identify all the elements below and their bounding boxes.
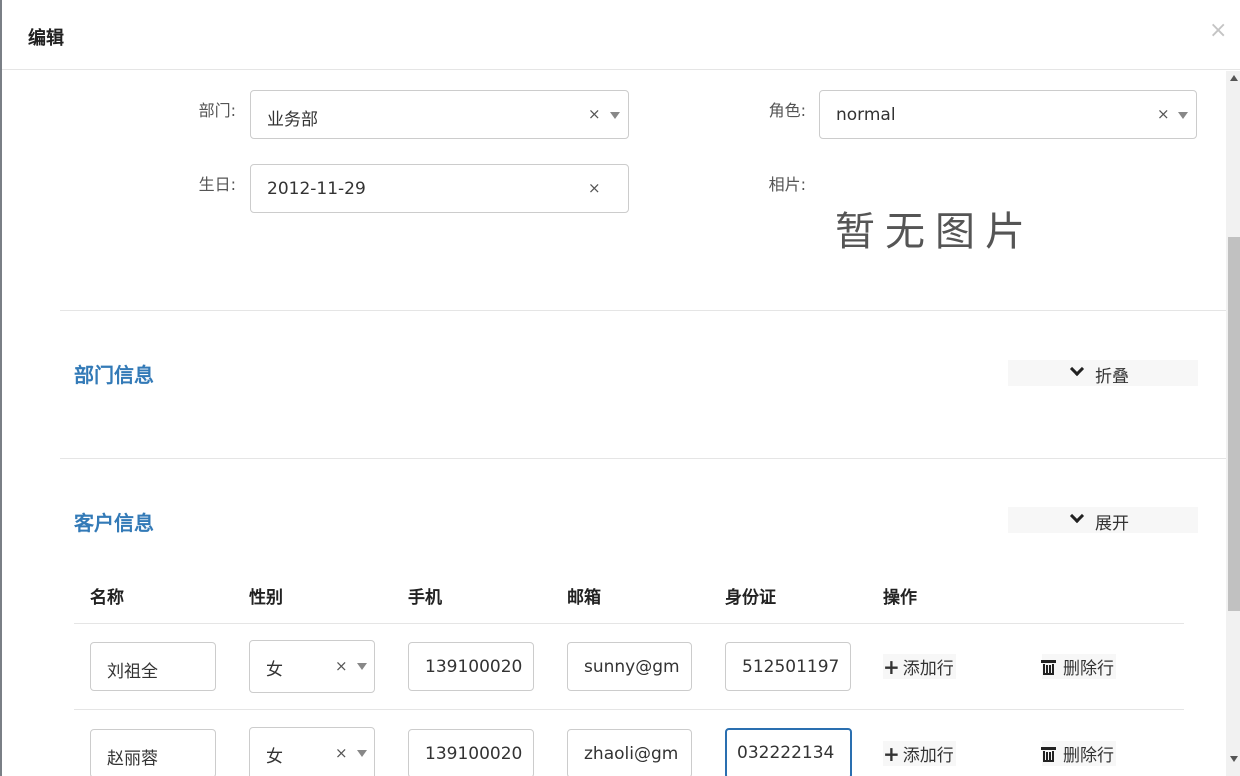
role-select[interactable]: normal × (819, 90, 1197, 139)
customer-id-card-input[interactable]: 512501197 (725, 642, 851, 691)
dialog-body: 部门: 业务部 × 角色: normal × 生日: 2012-11-29 × … (2, 71, 1226, 776)
add-row-button[interactable]: + 添加行 (883, 654, 956, 679)
gender-clear-icon[interactable]: × (335, 657, 348, 675)
photo-placeholder: 暂无图片 (835, 209, 1035, 255)
customer-info-expand-button[interactable]: 展开 (1008, 507, 1198, 534)
customer-email-value: zhaoli@gm (584, 744, 679, 764)
birthday-input[interactable]: 2012-11-29 × (250, 164, 629, 213)
gender-clear-icon[interactable]: × (335, 744, 348, 762)
col-header-phone: 手机 (408, 588, 442, 608)
divider (60, 310, 1226, 311)
gender-dropdown-icon[interactable] (357, 750, 367, 757)
dept-clear-icon[interactable]: × (588, 105, 601, 123)
customer-email-input[interactable]: zhaoli@gm (567, 729, 692, 776)
customer-name-input[interactable]: 刘祖全 (90, 642, 216, 691)
role-clear-icon[interactable]: × (1157, 105, 1170, 123)
divider (60, 458, 1226, 459)
dept-info-collapse-button[interactable]: 折叠 (1008, 360, 1198, 387)
dialog-title: 编辑 (28, 28, 64, 49)
customer-phone-value: 139100020 (425, 744, 523, 764)
customer-phone-input[interactable]: 139100020 (408, 642, 534, 691)
col-header-gender: 性别 (249, 588, 283, 608)
customer-name-input[interactable]: 赵丽蓉 (90, 729, 216, 776)
col-header-id-card: 身份证 (725, 588, 776, 608)
customer-phone-input[interactable]: 139100020 (408, 729, 534, 776)
delete-row-label: 删除行 (1063, 659, 1114, 679)
customer-name-value: 赵丽蓉 (107, 749, 158, 769)
birthday-label: 生日: (198, 175, 236, 194)
customer-gender-value: 女 (266, 747, 283, 767)
col-header-name: 名称 (90, 588, 124, 608)
dept-label: 部门: (198, 101, 236, 120)
customer-gender-select[interactable]: 女 × (249, 727, 375, 776)
table-divider (74, 709, 1184, 710)
dept-info-toggle-label: 折叠 (1095, 367, 1129, 387)
col-header-actions: 操作 (883, 588, 917, 608)
customer-gender-value: 女 (266, 660, 283, 680)
trash-icon (1041, 747, 1056, 762)
customer-id-card-value: 032222134 (737, 743, 835, 763)
delete-row-button[interactable]: 删除行 (1041, 654, 1116, 679)
photo-label: 相片: (768, 175, 806, 194)
customer-info-toggle-label: 展开 (1095, 514, 1129, 534)
scroll-up-icon[interactable] (1230, 75, 1238, 81)
customer-id-card-input[interactable]: 032222134 (725, 728, 852, 776)
customer-phone-value: 139100020 (425, 657, 523, 677)
customer-id-card-value: 512501197 (742, 657, 840, 677)
scrollbar-thumb[interactable] (1228, 237, 1240, 611)
customer-info-title: 客户信息 (74, 511, 154, 535)
customer-gender-select[interactable]: 女 × (249, 640, 375, 693)
trash-icon (1041, 660, 1056, 675)
role-label: 角色: (768, 101, 806, 120)
customer-email-value: sunny@gm (584, 657, 680, 677)
role-dropdown-icon[interactable] (1178, 112, 1188, 119)
dialog-header: 编辑 × (2, 0, 1240, 70)
delete-row-button[interactable]: 删除行 (1041, 741, 1116, 766)
dept-info-title: 部门信息 (74, 363, 154, 387)
add-row-label: 添加行 (902, 659, 954, 679)
gender-dropdown-icon[interactable] (357, 663, 367, 670)
plus-icon: + (883, 655, 900, 679)
customer-email-input[interactable]: sunny@gm (567, 642, 692, 691)
dept-select[interactable]: 业务部 × (250, 90, 629, 139)
dept-value: 业务部 (267, 110, 318, 130)
customer-name-value: 刘祖全 (107, 662, 158, 682)
edit-dialog: 编辑 × 部门: 业务部 × 角色: normal × 生日: 2012-11-… (0, 0, 1240, 776)
role-value: normal (836, 105, 896, 125)
delete-row-label: 删除行 (1063, 746, 1114, 766)
table-divider (74, 623, 1184, 624)
dept-dropdown-icon[interactable] (610, 112, 620, 119)
add-row-button[interactable]: + 添加行 (883, 741, 956, 766)
plus-icon: + (883, 742, 900, 766)
birthday-clear-icon[interactable]: × (588, 179, 601, 197)
add-row-label: 添加行 (902, 746, 954, 766)
birthday-value: 2012-11-29 (267, 179, 366, 199)
close-icon[interactable]: × (1209, 18, 1227, 43)
col-header-email: 邮箱 (567, 588, 601, 608)
chevron-down-icon (1069, 361, 1085, 377)
scroll-down-icon[interactable] (1230, 756, 1238, 762)
chevron-down-icon (1069, 508, 1085, 524)
vertical-scrollbar[interactable] (1226, 71, 1240, 776)
